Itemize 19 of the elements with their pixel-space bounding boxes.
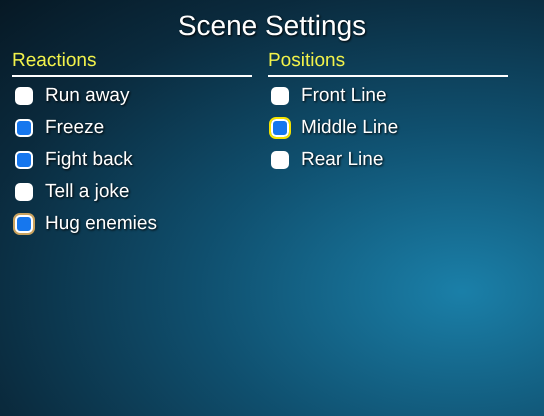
option-label: Freeze	[45, 116, 104, 140]
checkbox[interactable]	[15, 151, 33, 169]
screen-title: Scene Settings	[178, 9, 366, 43]
checkbox[interactable]	[271, 119, 289, 137]
option-label: Run away	[45, 84, 130, 108]
checkbox[interactable]	[271, 87, 289, 105]
section-heading: Reactions	[12, 49, 252, 77]
checkbox[interactable]	[15, 119, 33, 137]
checkbox[interactable]	[15, 87, 33, 105]
section-heading: Positions	[268, 49, 508, 77]
option-label: Middle Line	[301, 116, 398, 140]
option-label: Rear Line	[301, 148, 384, 172]
option-label: Fight back	[45, 148, 133, 172]
checkbox[interactable]	[271, 151, 289, 169]
checkbox[interactable]	[15, 183, 33, 201]
option-label: Front Line	[301, 84, 387, 108]
option-label: Tell a joke	[45, 180, 130, 204]
option-label: Hug enemies	[45, 212, 157, 236]
checkbox[interactable]	[15, 215, 33, 233]
